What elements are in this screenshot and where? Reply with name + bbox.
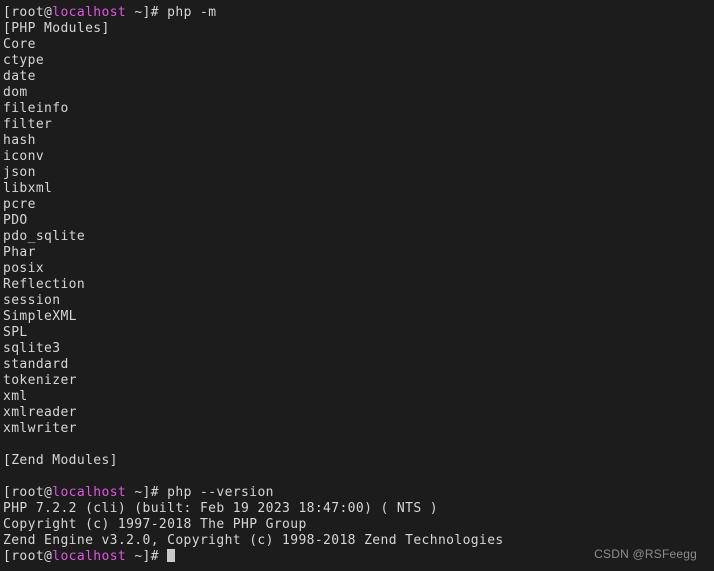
terminal-line-text: [PHP Modules] [3,21,110,36]
terminal-output-line: [Zend Modules] [3,453,714,469]
prompt-user-prefix: [root@ [3,549,53,564]
terminal-line-text: standard [3,357,69,372]
prompt-suffix: ~]# [126,485,168,500]
prompt-hostname: localhost [52,549,127,564]
terminal-line-text: SimpleXML [3,309,77,324]
terminal-line-text: json [3,165,36,180]
terminal-output-line: filter [3,117,714,133]
terminal-line-text: libxml [3,181,53,196]
terminal-output: [root@localhost ~]# php -m [PHP Modules] C… [3,5,714,565]
terminal-line-text: dom [3,85,28,100]
terminal-output-line: posix [3,261,714,277]
terminal-line-text: Zend Engine v3.2.0, Copyright (c) 1998-2… [3,533,504,548]
prompt-user-prefix: [root@ [3,5,53,20]
terminal-line-text: date [3,69,36,84]
terminal-line-text: tokenizer [3,373,77,388]
terminal-output-line: tokenizer [3,373,714,389]
terminal-output-line: pcre [3,197,714,213]
terminal-output-line: libxml [3,181,714,197]
terminal-output-line: SPL [3,325,714,341]
terminal-line-text: iconv [3,149,45,164]
terminal-output-line: [PHP Modules] [3,21,714,37]
terminal-output-line: SimpleXML [3,309,714,325]
terminal-line-text: PDO [3,213,28,228]
terminal-output-line: PHP 7.2.2 (cli) (built: Feb 19 2023 18:4… [3,501,714,517]
terminal-output-line: Core [3,37,714,53]
terminal-output-line: iconv [3,149,714,165]
terminal-line-text: hash [3,133,36,148]
terminal-line-text: ctype [3,53,45,68]
terminal-command: php --version [167,485,274,500]
prompt-suffix: ~]# [126,5,168,20]
terminal-output-line: fileinfo [3,101,714,117]
prompt-hostname: localhost [52,5,127,20]
terminal-output-line: xmlwriter [3,421,714,437]
terminal-output-line: session [3,293,714,309]
terminal-output-line: pdo_sqlite [3,229,714,245]
terminal-command: php -m [167,5,217,20]
terminal-output-line: sqlite3 [3,341,714,357]
terminal-line-text: SPL [3,325,28,340]
terminal-output-line: json [3,165,714,181]
terminal-line-text: xml [3,389,28,404]
prompt-hostname: localhost [52,485,127,500]
prompt-user-prefix: [root@ [3,485,53,500]
terminal-prompt-line: [root@localhost ~]# php --version [3,485,714,501]
terminal-output-line: Copyright (c) 1997-2018 The PHP Group [3,517,714,533]
terminal-prompt-line: [root@localhost ~]# php -m [3,5,714,21]
terminal-line-text: Phar [3,245,36,260]
terminal-output-line: ctype [3,53,714,69]
terminal-output-line: PDO [3,213,714,229]
terminal-line-text: sqlite3 [3,341,61,356]
terminal-line-text: [Zend Modules] [3,453,118,468]
terminal-line-text: pcre [3,197,36,212]
terminal-line-text: xmlwriter [3,421,77,436]
text-cursor [167,549,176,562]
terminal-line-text: session [3,293,61,308]
terminal-line-text: fileinfo [3,101,69,116]
terminal-line-text: posix [3,261,45,276]
terminal-line-text: Copyright (c) 1997-2018 The PHP Group [3,517,307,532]
terminal-output-line: xmlreader [3,405,714,421]
terminal-output-line: xml [3,389,714,405]
terminal-output-line: Phar [3,245,714,261]
terminal-output-line: hash [3,133,714,149]
csdn-watermark: CSDN @RSFeegg [594,547,697,561]
terminal-window[interactable]: [root@localhost ~]# php -m [PHP Modules] C… [0,0,714,571]
terminal-output-line: date [3,69,714,85]
terminal-line-text: Reflection [3,277,86,292]
terminal-line-text: xmlreader [3,405,77,420]
prompt-suffix: ~]# [126,549,168,564]
terminal-line-text: PHP 7.2.2 (cli) (built: Feb 19 2023 18:4… [3,501,438,516]
terminal-line-text: Core [3,37,36,52]
terminal-output-line: dom [3,85,714,101]
terminal-output-line: standard [3,357,714,373]
terminal-line-text: pdo_sqlite [3,229,86,244]
terminal-line-text: filter [3,117,53,132]
terminal-output-line: Reflection [3,277,714,293]
